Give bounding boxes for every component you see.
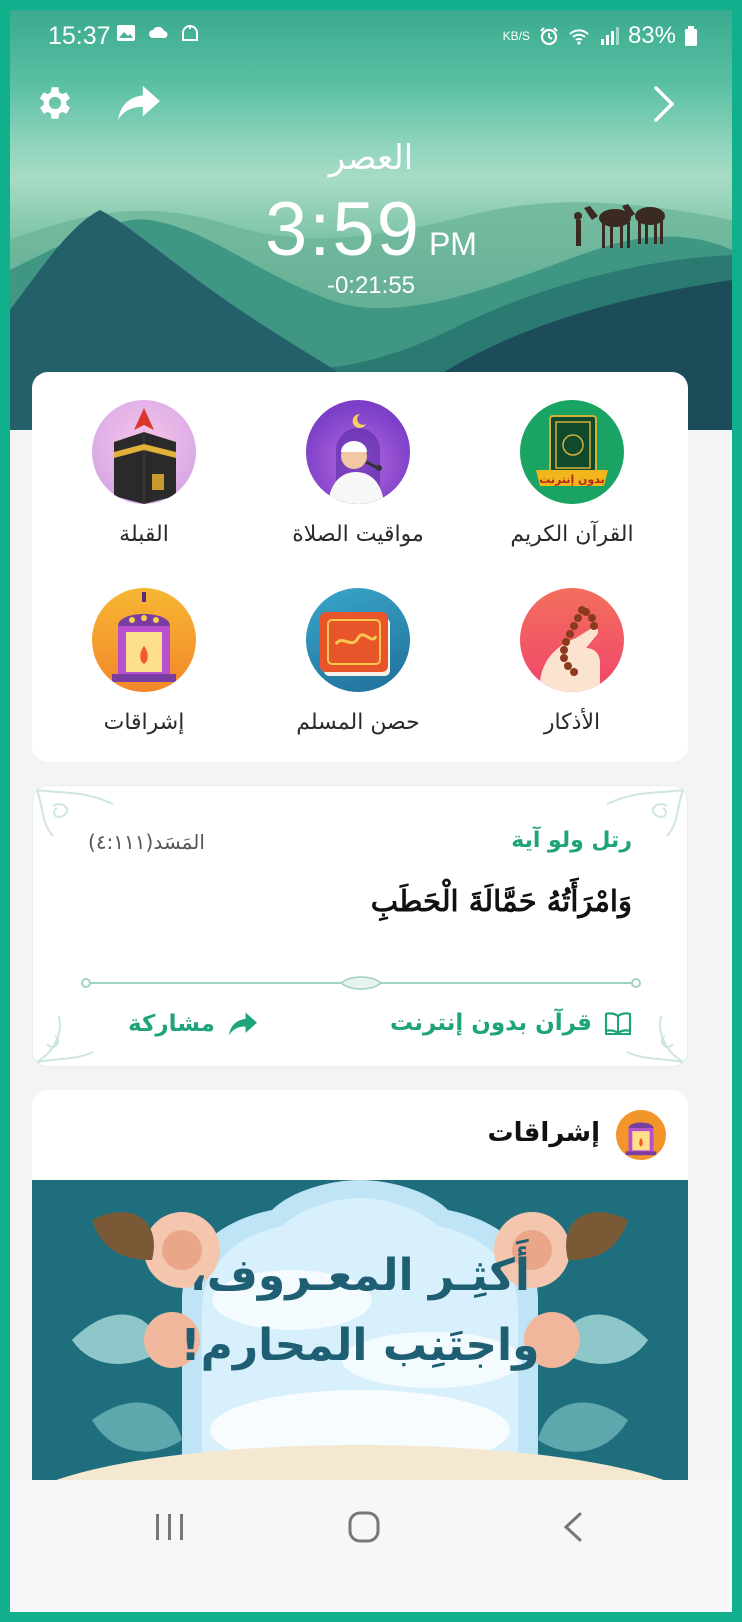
verse-reference: المَسَد(٤:١١١) (88, 830, 205, 854)
battery-percent: 83% (627, 22, 676, 49)
battery-icon (685, 26, 697, 46)
prayer-header: 15:37 KB/S 83% العصر 3:59 PM -0:21:55 (10, 10, 732, 430)
phone-screen: 15:37 KB/S 83% العصر 3:59 PM -0:21:55 بد… (10, 10, 732, 1612)
wifi-icon (569, 29, 589, 45)
share-label: مشاركة (128, 1011, 215, 1037)
quran-icon: بدون إنترنت (520, 400, 624, 504)
share-arrow-icon[interactable] (116, 82, 162, 124)
book-icon (306, 588, 410, 692)
share-arrow-icon (228, 1012, 257, 1036)
ishraqat-card[interactable]: إشراقات أَكثِـر المعـروف، واجتَنِب المحا… (32, 1090, 688, 1490)
alarm-icon (540, 27, 558, 46)
grid-item-qibla[interactable]: القبلة (44, 400, 244, 570)
grid-item-label: حصن المسلم (296, 710, 420, 735)
status-time: 15:37 (48, 22, 111, 50)
verse-card-title: رتل ولو آية (511, 828, 632, 853)
current-prayer-name: العصر (328, 138, 414, 178)
home-icon[interactable] (344, 1508, 384, 1548)
open-book-icon (604, 1012, 632, 1035)
status-bar: 15:37 KB/S 83% (10, 10, 732, 62)
grid-item-adhkar[interactable]: الأذكار (472, 588, 672, 758)
prayer-beads-icon (520, 588, 624, 692)
grid-item-label: القبلة (119, 522, 169, 547)
settings-gear-icon[interactable] (34, 82, 76, 124)
quran-offline-label: قرآن بدون إنترنت (390, 1010, 592, 1036)
prayer-countdown: -0:21:55 (326, 272, 416, 299)
lantern-icon (92, 588, 196, 692)
recent-apps-icon[interactable] (150, 1508, 190, 1548)
grid-item-ishraqat[interactable]: إشراقات (44, 588, 244, 758)
share-verse-button[interactable]: مشاركة (128, 1010, 259, 1038)
gallery-icon (117, 25, 135, 41)
grid-item-prayer-times[interactable]: مواقيت الصلاة (258, 400, 458, 570)
prayer-time-value: 3:59 (265, 187, 421, 272)
grid-item-hisn-muslim[interactable]: حصن المسلم (258, 588, 458, 758)
daily-verse-card: رتل ولو آية المَسَد(٤:١١١) وَامْرَأَتُهُ… (32, 785, 688, 1067)
ishraqat-post-image[interactable]: أَكثِـر المعـروف، واجتَنِب المحارم! (32, 1180, 688, 1490)
mosque-notification-icon (182, 25, 198, 41)
current-prayer-time: 3:59 PM (10, 186, 732, 273)
kaaba-icon (92, 400, 196, 504)
features-grid: بدون إنترنت القرآن الكريم مواقيت الصلاة (32, 372, 688, 762)
grid-item-label: مواقيت الصلاة (292, 522, 424, 547)
system-nav-bar (10, 1480, 732, 1612)
chevron-right-icon[interactable] (650, 84, 678, 124)
grid-item-label: القرآن الكريم (510, 522, 634, 547)
lantern-icon (616, 1110, 666, 1160)
verse-divider (81, 976, 641, 990)
signal-icon (600, 27, 619, 45)
grid-item-label: الأذكار (543, 710, 601, 735)
prayer-time-ampm: PM (428, 226, 477, 262)
quran-offline-link[interactable]: قرآن بدون إنترنت (390, 1010, 632, 1036)
data-speed-indicator: KB/S (502, 29, 530, 43)
ornament-corner (36, 1015, 94, 1063)
muezzin-icon (306, 400, 410, 504)
grid-item-quran[interactable]: بدون إنترنت القرآن الكريم (472, 400, 672, 570)
cloud-icon (149, 26, 168, 38)
ishraqat-line-1: أَكثِـر المعـروف، (190, 1250, 530, 1301)
back-icon[interactable] (554, 1508, 594, 1548)
ishraqat-line-2: واجتَنِب المحارم! (180, 1320, 540, 1371)
grid-item-label: إشراقات (103, 710, 185, 735)
ishraqat-title: إشراقات (487, 1118, 600, 1148)
verse-text: وَامْرَأَتُهُ حَمَّالَةَ الْحَطَبِ (370, 884, 632, 918)
quran-offline-badge: بدون إنترنت (539, 473, 605, 486)
